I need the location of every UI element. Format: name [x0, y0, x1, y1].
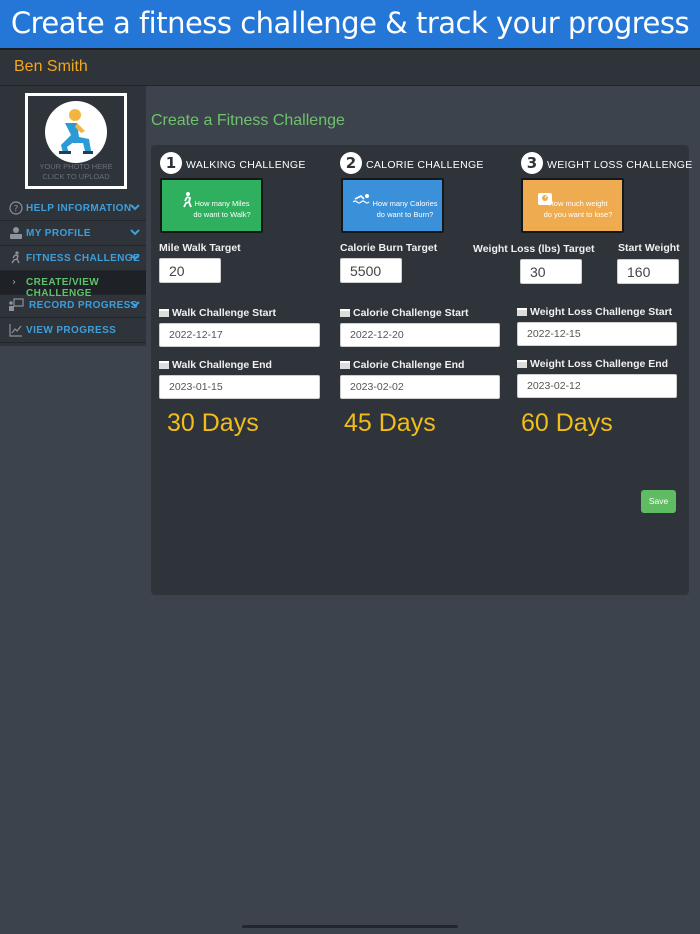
calendar-icon: [340, 361, 350, 369]
lunge-figure-icon: [59, 109, 93, 154]
challenge-title: WEIGHT LOSS CHALLENGE: [547, 159, 693, 171]
weight-loss-duration: 60 Days: [521, 409, 613, 437]
calorie-end-date-input[interactable]: 2023-02-02: [340, 375, 500, 399]
sidebar-item-fitness-challenge[interactable]: FITNESS CHALLENGE: [0, 247, 146, 271]
weight-loss-start-label: Weight Loss Challenge Start: [517, 306, 672, 318]
chevron-down-icon[interactable]: [130, 299, 140, 309]
banner-title: Create a fitness challenge & track your …: [10, 6, 690, 40]
chevron-down-icon[interactable]: [130, 252, 140, 262]
sidebar-item-label: MY PROFILE: [26, 228, 91, 239]
walk-duration: 30 Days: [167, 409, 259, 437]
chevron-down-icon[interactable]: [130, 202, 140, 212]
sidebar-item-help-information[interactable]: ? HELP INFORMATION: [0, 197, 146, 221]
sidebar: YOUR PHOTO HERE CLICK TO UPLOAD ? HELP I…: [0, 86, 146, 346]
calorie-challenge-header: 2 CALORIE CHALLENGE: [340, 152, 510, 176]
sidebar-item-create-view-challenge[interactable]: › CREATE/VIEW CHALLENGE: [0, 271, 146, 299]
calorie-challenge-card[interactable]: How many Calories do want to Burn?: [341, 178, 444, 233]
calorie-end-label: Calorie Challenge End: [340, 359, 464, 371]
svg-text:?: ?: [14, 205, 19, 215]
weight-loss-target-input[interactable]: 30: [520, 259, 582, 284]
app-banner: Create a fitness challenge & track your …: [0, 0, 700, 50]
user-name[interactable]: Ben Smith: [14, 58, 88, 76]
question-icon: ?: [8, 201, 24, 217]
sidebar-item-label: VIEW PROGRESS: [26, 325, 117, 336]
challenge-title: CALORIE CHALLENGE: [366, 159, 484, 171]
calorie-start-label: Calorie Challenge Start: [340, 307, 469, 319]
walking-challenge-header: 1 WALKING CHALLENGE: [160, 152, 330, 176]
record-icon: [8, 298, 24, 314]
profile-icon: [8, 226, 24, 242]
walking-card-text: How many Miles do want to Walk?: [193, 199, 251, 219]
weight-loss-card-text: How much weight do you want to lose?: [543, 199, 613, 219]
challenge-title: WALKING CHALLENGE: [186, 159, 306, 171]
calorie-start-date-input[interactable]: 2022-12-20: [340, 323, 500, 347]
save-button[interactable]: Save: [641, 490, 676, 513]
weight-loss-challenge-header: 3 WEIGHT LOSS CHALLENGE: [521, 152, 693, 176]
walking-challenge-card[interactable]: How many Miles do want to Walk?: [160, 178, 263, 233]
profile-photo-upload[interactable]: YOUR PHOTO HERE CLICK TO UPLOAD: [25, 93, 127, 189]
step-number: 2: [340, 152, 362, 174]
calendar-icon: [159, 309, 169, 317]
start-weight-label: Start Weight: [618, 242, 680, 254]
weight-loss-end-date-input[interactable]: 2023-02-12: [517, 374, 677, 398]
sidebar-item-label: HELP INFORMATION: [26, 203, 132, 214]
walk-end-label: Walk Challenge End: [159, 359, 272, 371]
sidebar-item-view-progress[interactable]: VIEW PROGRESS: [0, 319, 146, 343]
calorie-burn-target-label: Calorie Burn Target: [340, 242, 438, 254]
sidebar-item-label: FITNESS CHALLENGE: [26, 253, 141, 264]
sidebar-item-my-profile[interactable]: MY PROFILE: [0, 222, 146, 246]
chevron-right-icon: ›: [12, 277, 16, 288]
photo-upload-hint: YOUR PHOTO HERE CLICK TO UPLOAD: [39, 162, 113, 181]
avatar: [45, 101, 107, 163]
weight-loss-start-date-input[interactable]: 2022-12-15: [517, 322, 677, 346]
calendar-icon: [340, 309, 350, 317]
calorie-burn-target-input[interactable]: 5500: [340, 258, 402, 283]
mile-walk-target-label: Mile Walk Target: [159, 242, 241, 254]
calorie-card-text: How many Calories do want to Burn?: [372, 199, 438, 219]
walk-start-date-input[interactable]: 2022-12-17: [159, 323, 320, 347]
mile-walk-target-input[interactable]: 20: [159, 258, 221, 283]
walk-start-label: Walk Challenge Start: [159, 307, 276, 319]
home-indicator[interactable]: [242, 925, 458, 928]
page-title: Create a Fitness Challenge: [151, 112, 345, 129]
weight-loss-target-label: Weight Loss (lbs) Target: [473, 243, 595, 255]
user-bar: Ben Smith: [0, 50, 700, 86]
chart-icon: [8, 323, 24, 339]
start-weight-input[interactable]: 160: [617, 259, 679, 284]
step-number: 3: [521, 152, 543, 174]
weight-loss-challenge-card[interactable]: How much weight do you want to lose?: [521, 178, 624, 233]
calendar-icon: [159, 361, 169, 369]
weight-loss-end-label: Weight Loss Challenge End: [517, 358, 668, 370]
calendar-icon: [517, 308, 527, 316]
running-icon: [8, 251, 24, 267]
step-number: 1: [160, 152, 182, 174]
sidebar-item-record-progress[interactable]: RECORD PROGRESS: [0, 294, 146, 318]
calorie-duration: 45 Days: [344, 409, 436, 437]
sidebar-item-label: RECORD PROGRESS: [29, 300, 138, 311]
chevron-down-icon[interactable]: [130, 227, 140, 237]
walk-end-date-input[interactable]: 2023-01-15: [159, 375, 320, 399]
calendar-icon: [517, 360, 527, 368]
